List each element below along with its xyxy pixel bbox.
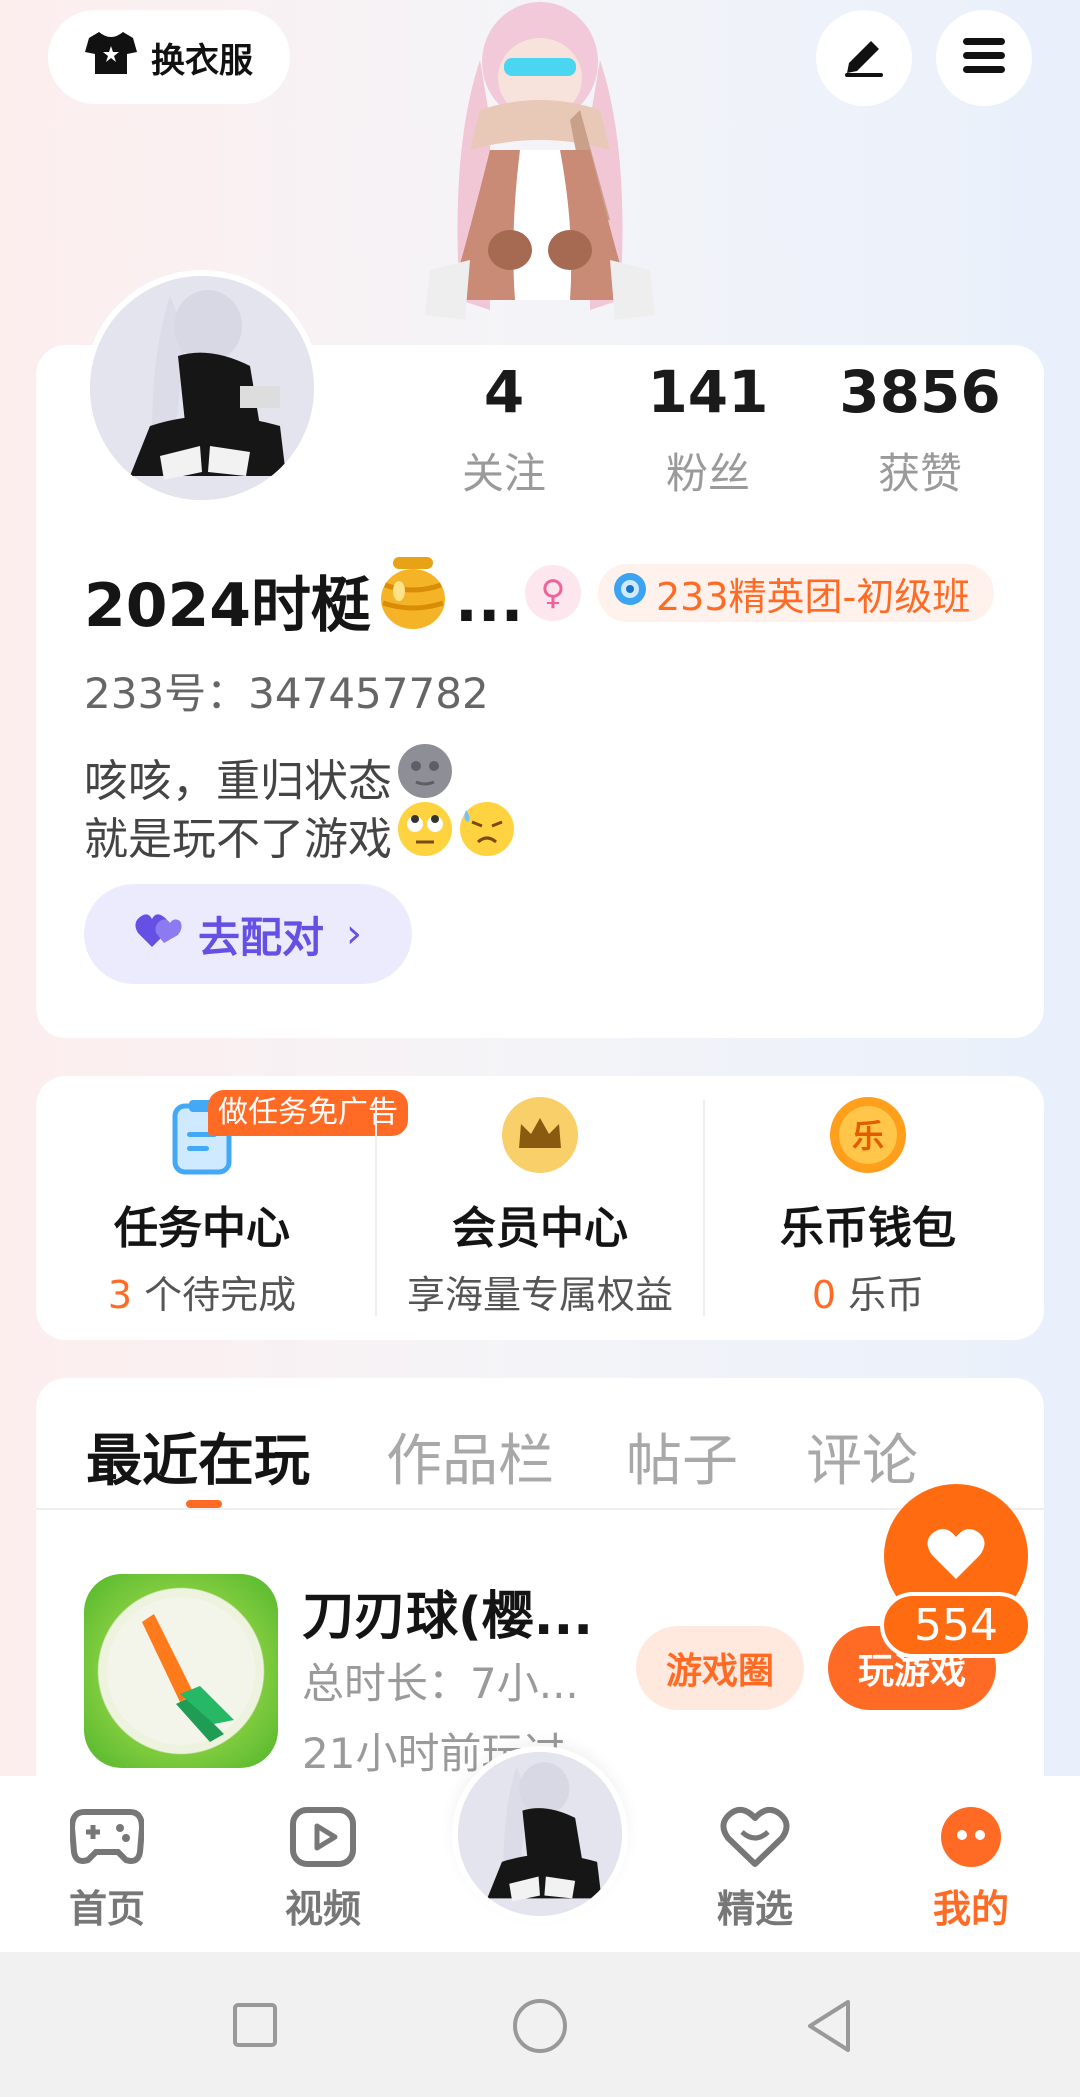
- game-icon[interactable]: [84, 1574, 278, 1768]
- like-count: 554: [880, 1592, 1032, 1658]
- coin-balance: 0: [811, 1273, 837, 1317]
- task-center-sub: 3 个待完成: [38, 1264, 366, 1319]
- nav-featured[interactable]: 精选: [680, 1806, 830, 1933]
- tab-comments[interactable]: 评论: [806, 1416, 918, 1497]
- bio-line-1-text: 咳咳，重归状态: [84, 755, 392, 807]
- level-badge[interactable]: 233精英团-初级班: [598, 564, 995, 622]
- nav-video[interactable]: 视频: [248, 1806, 398, 1933]
- task-count: 3: [107, 1273, 133, 1317]
- stat-following[interactable]: 4 关注: [414, 358, 594, 501]
- game-circle-button[interactable]: 游戏圈: [636, 1626, 804, 1710]
- coin-wallet-title: 乐币钱包: [780, 1203, 956, 1254]
- nav-home[interactable]: 首页: [32, 1806, 182, 1933]
- chevron-right-icon: ›: [346, 911, 362, 957]
- pencil-icon: [841, 33, 887, 83]
- nav-center-avatar[interactable]: [452, 1746, 628, 1922]
- tab-divider: [36, 1508, 1044, 1510]
- nav-featured-label: 精选: [716, 1887, 793, 1931]
- game-total-time: 总时长：7小...: [302, 1659, 579, 1708]
- nav-mine-label: 我的: [932, 1887, 1009, 1931]
- menu-button[interactable]: [936, 10, 1032, 106]
- nickname-ellipsis: ...: [455, 565, 524, 636]
- go-match-button[interactable]: 去配对 ›: [84, 884, 412, 984]
- heart-icon: [926, 1527, 986, 1585]
- sad-sweat-emoji-icon: [458, 800, 516, 869]
- tab-works[interactable]: 作品栏: [386, 1416, 554, 1497]
- game-title[interactable]: 刀刃球(樱...: [302, 1574, 593, 1649]
- gender-symbol: ♀: [540, 573, 566, 613]
- nav-mine[interactable]: 我的: [896, 1806, 1046, 1933]
- shirt-icon: [85, 30, 137, 85]
- vip-center-sub: 享海量专属权益: [406, 1273, 673, 1317]
- double-heart-icon: [134, 910, 182, 959]
- tab-posts[interactable]: 帖子: [626, 1416, 738, 1497]
- coin-unit: 乐币: [836, 1273, 925, 1317]
- bio-line-2: 就是玩不了游戏: [84, 800, 516, 869]
- go-match-label: 去配对: [197, 912, 324, 962]
- back-triangle-icon[interactable]: [804, 1998, 854, 2058]
- stat-following-value: 4: [483, 358, 525, 426]
- profile-dots-icon: [938, 1807, 1004, 1872]
- stat-followers-label: 粉丝: [665, 449, 750, 498]
- task-count-suffix: 个待完成: [132, 1273, 297, 1317]
- stat-following-label: 关注: [461, 449, 546, 498]
- home-circle-icon[interactable]: [512, 1998, 568, 2058]
- system-nav-bar: [0, 1952, 1080, 2097]
- gamepad-icon: [68, 1809, 146, 1872]
- heart-chat-icon: [720, 1806, 790, 1872]
- hamburger-icon: [961, 36, 1007, 80]
- stat-likes[interactable]: 3856 获赞: [830, 358, 1010, 501]
- stat-followers[interactable]: 141 粉丝: [618, 358, 798, 501]
- stat-likes-value: 3856: [839, 358, 1001, 426]
- female-gender-icon: ♀: [525, 565, 581, 621]
- coin-wallet-shortcut[interactable]: 乐 乐币钱包 0 乐币: [704, 1076, 1032, 1340]
- honey-pot-icon: [377, 555, 449, 646]
- coin-wallet-sub: 0 乐币: [704, 1264, 1032, 1319]
- vip-center-shortcut[interactable]: 会员中心 享海量专属权益: [376, 1076, 704, 1340]
- task-center-title: 任务中心: [114, 1203, 290, 1254]
- edit-button[interactable]: [816, 10, 912, 106]
- nav-video-label: 视频: [284, 1887, 361, 1931]
- change-outfit-label: 换衣服: [151, 40, 253, 81]
- video-icon: [289, 1807, 357, 1872]
- recents-square-icon[interactable]: [232, 2002, 278, 2052]
- tab-active-indicator: [186, 1500, 222, 1508]
- crown-icon: [501, 1096, 579, 1178]
- coin-icon: 乐: [829, 1096, 907, 1178]
- user-avatar[interactable]: [84, 270, 320, 506]
- bio-line-2-text: 就是玩不了游戏: [84, 813, 392, 865]
- nickname-text: 2024时梃: [84, 571, 371, 641]
- level-badge-text: 233精英团-初级班: [656, 574, 971, 619]
- eye-roll-emoji-icon: [396, 800, 454, 869]
- shortcut-card: 任务中心 3 个待完成 做任务免广告 会员中心 享海量专属权益 乐 乐币钱包 0…: [36, 1076, 1044, 1340]
- tab-recently-played[interactable]: 最近在玩: [86, 1416, 310, 1497]
- vip-center-title: 会员中心: [452, 1203, 628, 1254]
- change-outfit-button[interactable]: 换衣服: [48, 10, 290, 104]
- nav-home-label: 首页: [68, 1887, 145, 1931]
- coin-icon-glyph: 乐: [852, 1117, 884, 1155]
- stat-followers-value: 141: [647, 358, 769, 426]
- nickname: 2024时梃 ...: [84, 555, 523, 646]
- badge-icon: [612, 571, 648, 616]
- user-id: 233号：347457782: [84, 669, 489, 718]
- avatar-character[interactable]: [410, 0, 670, 345]
- stat-likes-label: 获赞: [877, 449, 962, 498]
